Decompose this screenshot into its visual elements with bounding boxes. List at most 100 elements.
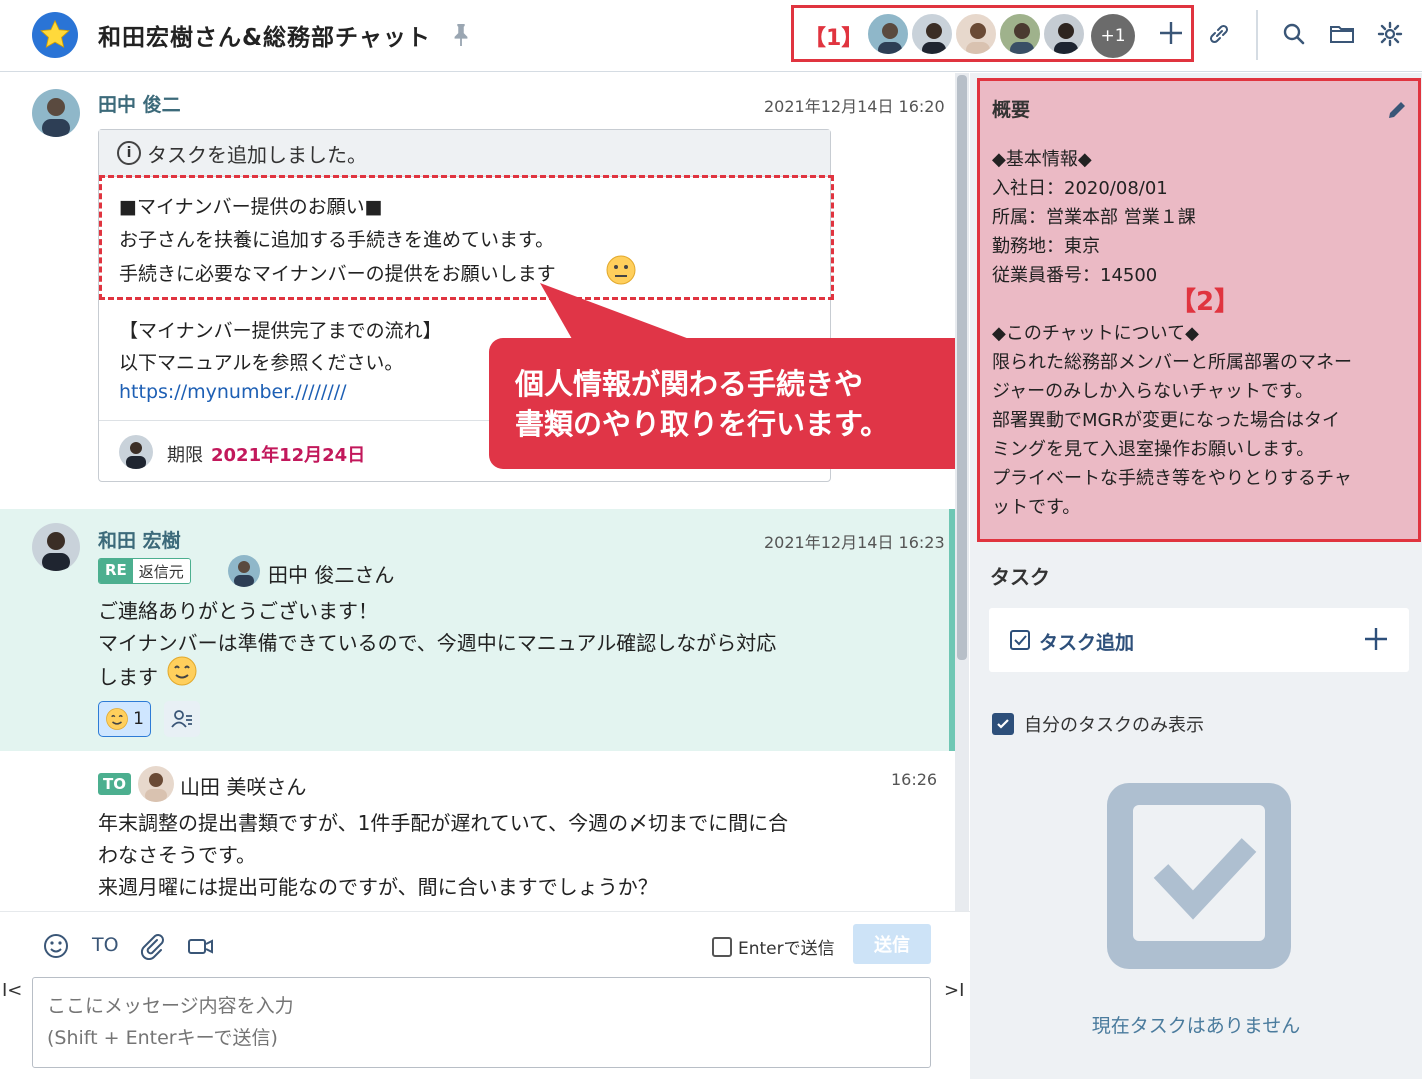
scroll-thumb[interactable] xyxy=(957,75,967,660)
task-section-title: タスク xyxy=(990,565,1050,589)
emoji-icon xyxy=(167,656,197,686)
summary-line: ジャーのみしか入らないチャットです。 xyxy=(992,381,1314,402)
marker-1: 【1】 xyxy=(804,26,864,51)
message-line: 年末調整の提出書類ですが、1件手配が遅れていて、今週の〆切までに間に合 xyxy=(98,811,789,835)
sender-avatar[interactable] xyxy=(32,523,80,571)
task-line: お子さんを扶養に追加する手続きを進めています。 xyxy=(119,229,555,251)
callout-line: 書類のやり取りを行います。 xyxy=(515,407,890,441)
reply-label: RE xyxy=(99,559,133,583)
task-check-icon xyxy=(1010,630,1030,650)
callout-line: 個人情報が関わる手続きや xyxy=(515,367,864,401)
assignee-avatar[interactable] xyxy=(119,435,153,469)
sender-avatar[interactable] xyxy=(32,89,80,137)
message-line: ご連絡ありがとうございます！ xyxy=(98,599,378,623)
add-member-icon[interactable] xyxy=(1156,18,1186,48)
search-icon[interactable] xyxy=(1280,20,1308,48)
to-avatar xyxy=(138,766,174,802)
gear-icon[interactable] xyxy=(1376,20,1404,48)
message-time: 2021年12月14日 16:20 xyxy=(764,97,945,116)
attach-icon[interactable] xyxy=(138,932,166,960)
info-icon: i xyxy=(117,141,141,165)
message-highlighted[interactable]: 和田 宏樹 2021年12月14日 16:23 RE 返信元 田中 俊二さん ご… xyxy=(0,509,955,751)
summary-line: プライベートな手続き等をやりとりするチャ xyxy=(992,468,1352,489)
summary-line: 部署異動でMGRが変更になった場合はタイ xyxy=(992,410,1340,431)
emoji-icon xyxy=(106,708,128,730)
summary-line: 所属：営業本部 営業１課 xyxy=(992,207,1196,228)
annotation-callout: 個人情報が関わる手続きや 書類のやり取りを行います。 xyxy=(489,338,955,469)
emoji-icon xyxy=(606,255,636,285)
send-button[interactable]: 送信 xyxy=(853,924,931,964)
reply-source-label: 返信元 xyxy=(132,559,190,583)
reply-badge[interactable]: RE 返信元 xyxy=(98,558,191,584)
to-button[interactable]: TO xyxy=(92,934,119,962)
summary-line: 勤務地：東京 xyxy=(992,236,1100,257)
member-avatar[interactable] xyxy=(954,12,998,56)
message-line: します xyxy=(98,665,158,689)
enter-send-checkbox[interactable] xyxy=(712,936,732,957)
member-avatar[interactable] xyxy=(1042,12,1086,56)
chat-header: 和田宏樹さん&総務部チャット 【1】 +1 xyxy=(0,0,1422,72)
message-input[interactable] xyxy=(32,977,931,1068)
edit-icon[interactable] xyxy=(1386,99,1408,121)
task-line: 【マイナンバー提供完了までの流れ】 xyxy=(119,320,442,342)
task-notice-text: タスクを追加しました。 xyxy=(147,142,367,167)
summary-line: ◆基本情報◆ xyxy=(992,149,1092,170)
folder-icon[interactable] xyxy=(1328,20,1356,48)
summary-line: 従業員番号：14500 xyxy=(992,265,1158,286)
pin-icon[interactable] xyxy=(450,22,472,48)
message-composer: TO Enterで送信 送信 xyxy=(0,911,970,1079)
reaction-users-icon[interactable] xyxy=(164,701,200,737)
reply-to-avatar xyxy=(228,555,260,587)
to-name: 山田 美咲さん xyxy=(180,775,307,799)
manual-link[interactable]: https://mynumber.//////// xyxy=(119,381,347,403)
message-time: 16:26 xyxy=(891,770,938,789)
enter-send-toggle[interactable]: Enterで送信 xyxy=(712,934,835,959)
message-line: わなさそうです。 xyxy=(98,843,256,867)
collapse-right-icon[interactable]: >I xyxy=(944,980,964,1001)
plus-icon[interactable] xyxy=(1361,624,1391,654)
more-members-badge[interactable]: +1 xyxy=(1091,14,1135,58)
own-tasks-label: 自分のタスクのみ表示 xyxy=(1024,715,1204,736)
to-badge: TO xyxy=(98,773,131,795)
summary-line: 限られた総務部メンバーと所属部署のマネー xyxy=(992,352,1352,373)
message-time: 2021年12月14日 16:23 xyxy=(764,533,945,552)
summary-panel: 概要 ◆基本情報◆ 入社日：2020/08/01 所属：営業本部 営業１課 勤務… xyxy=(977,78,1421,542)
due-date: 2021年12月24日 xyxy=(211,445,366,466)
emoji-picker-icon[interactable] xyxy=(42,932,70,960)
sender-name[interactable]: 和田 宏樹 xyxy=(98,526,181,553)
empty-task-icon xyxy=(1107,783,1291,969)
summary-line: 入社日：2020/08/01 xyxy=(992,178,1168,199)
message-timeline[interactable]: 田中 俊二 2021年12月14日 16:20 i タスクを追加しました。 ■マ… xyxy=(0,73,955,911)
reaction-button[interactable]: 1 xyxy=(98,701,151,737)
add-task-button[interactable]: タスク追加 xyxy=(989,608,1409,672)
summary-line: ットです。 xyxy=(992,497,1081,518)
own-tasks-checkbox[interactable] xyxy=(992,713,1014,735)
message-line: マイナンバーは準備できているので、今週中にマニュアル確認しながら対応 xyxy=(98,631,777,655)
room-sidebar: 概要 ◆基本情報◆ 入社日：2020/08/01 所属：営業本部 営業１課 勤務… xyxy=(970,73,1422,1079)
member-list: 【1】 +1 xyxy=(791,5,1194,62)
task-line: 以下マニュアルを参照ください。 xyxy=(119,352,404,374)
member-avatar[interactable] xyxy=(910,12,954,56)
header-divider xyxy=(1256,10,1258,60)
reaction-count: 1 xyxy=(133,709,144,729)
due-label: 期限 xyxy=(167,445,203,466)
timeline-scrollbar[interactable] xyxy=(955,73,969,911)
summary-line: ◆このチャットについて◆ xyxy=(992,323,1199,344)
task-notice: i タスクを追加しました。 xyxy=(99,130,830,177)
task-line: 手続きに必要なマイナンバーの提供をお願いします xyxy=(119,263,556,285)
enter-send-label: Enterで送信 xyxy=(738,939,835,959)
marker-2: 【2】 xyxy=(1170,287,1241,317)
video-call-icon[interactable] xyxy=(186,932,216,960)
collapse-left-icon[interactable]: I< xyxy=(2,980,22,1001)
sender-name[interactable]: 田中 俊二 xyxy=(98,90,181,117)
add-task-label: タスク追加 xyxy=(1039,632,1135,654)
member-avatar[interactable] xyxy=(998,12,1042,56)
summary-line: ミングを見て入退室操作お願いします。 xyxy=(992,439,1315,460)
task-line: ■マイナンバー提供のお願い■ xyxy=(119,196,383,218)
no-tasks-text: 現在タスクはありません xyxy=(1091,1015,1301,1037)
member-avatar[interactable] xyxy=(866,12,910,56)
star-room-icon[interactable] xyxy=(32,12,78,58)
own-tasks-toggle[interactable]: 自分のタスクのみ表示 xyxy=(992,711,1204,737)
link-icon[interactable] xyxy=(1205,20,1233,48)
reply-to-name: 田中 俊二さん xyxy=(268,563,395,587)
